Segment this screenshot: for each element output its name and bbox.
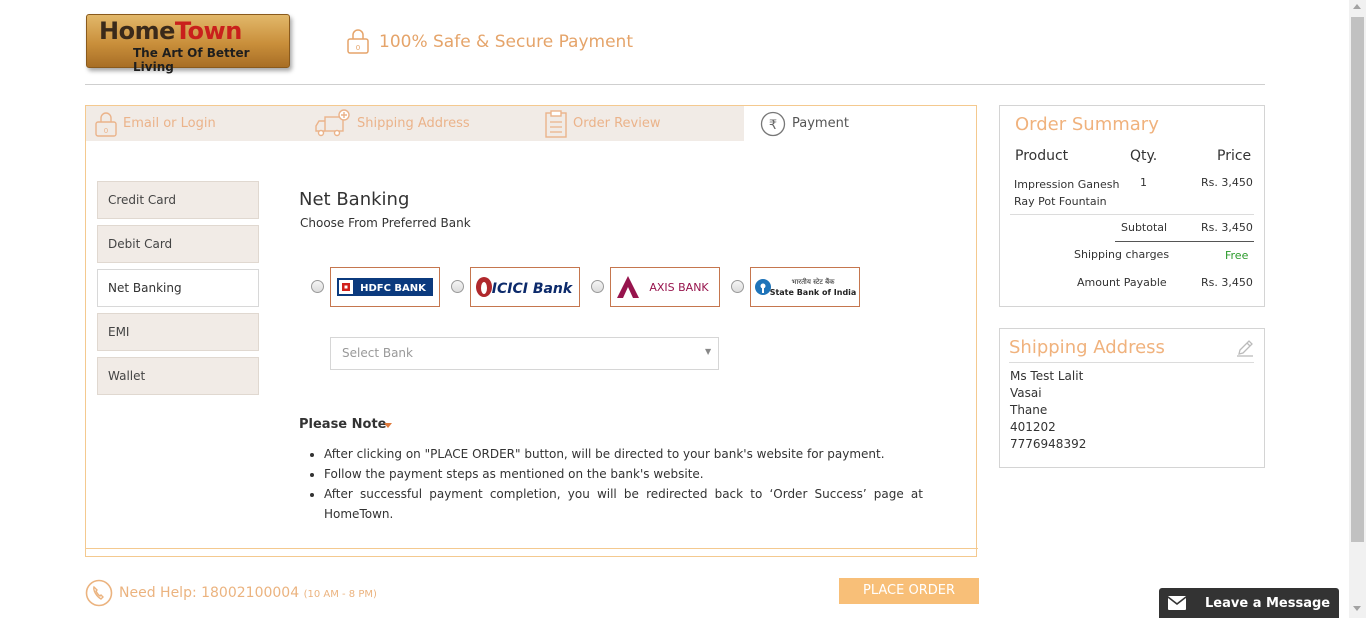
icici-logo: ICICI Bank xyxy=(476,277,574,297)
bank-icici[interactable]: ICICI Bank xyxy=(470,267,580,307)
amount-payable-value: Rs. 3,450 xyxy=(1201,276,1253,289)
shipping-address-lines: Ms Test Lalit Vasai Thane 401202 7776948… xyxy=(1010,368,1086,453)
bank-hdfc[interactable]: HDFC BANK xyxy=(330,267,440,307)
shipping-address-title: Shipping Address xyxy=(1009,337,1165,358)
step-shipping-address[interactable]: Shipping Address xyxy=(315,106,470,141)
radio-icici[interactable] xyxy=(451,280,464,293)
bank-axis[interactable]: AXIS BANK xyxy=(610,267,720,307)
shipping-charges-value: Free xyxy=(1225,249,1249,262)
logo-tagline: The Art Of Better Living xyxy=(133,46,250,74)
panel-divider xyxy=(86,548,978,549)
net-banking-subtitle: Choose From Preferred Bank xyxy=(300,216,471,230)
radio-sbi[interactable] xyxy=(731,280,744,293)
scrollbar-thumb[interactable] xyxy=(1351,17,1364,542)
col-product: Product xyxy=(1015,148,1069,164)
col-price: Price xyxy=(1217,148,1252,164)
caret-down-icon[interactable] xyxy=(384,423,392,428)
note-list: After clicking on "PLACE ORDER" button, … xyxy=(306,444,923,524)
please-note-title: Please Note xyxy=(299,417,387,432)
radio-axis[interactable] xyxy=(591,280,604,293)
address-line: Ms Test Lalit xyxy=(1010,369,1084,383)
sbi-logo: भारतीय स्टेट बैंक State Bank of India xyxy=(755,277,857,297)
steps-arrow xyxy=(736,106,744,141)
note-item: Follow the payment steps as mentioned on… xyxy=(324,464,923,484)
order-summary-title: Order Summary xyxy=(1015,114,1159,135)
product-price: Rs. 3,450 xyxy=(1201,176,1253,189)
address-line: 401202 xyxy=(1010,420,1056,434)
logo-title: HomeTown xyxy=(99,17,242,45)
clipboard-icon xyxy=(545,109,567,138)
tab-credit-card[interactable]: Credit Card xyxy=(97,181,259,219)
address-line: Vasai xyxy=(1010,386,1042,400)
col-qty: Qty. xyxy=(1130,148,1158,164)
step-order-review[interactable]: Order Review xyxy=(545,106,660,141)
need-help-text: Need Help: 18002100004 (10 AM - 8 PM) xyxy=(119,585,377,601)
select-bank-dropdown[interactable]: Select Bank xyxy=(330,337,719,370)
step-label: Order Review xyxy=(573,116,661,131)
note-item: After clicking on "PLACE ORDER" button, … xyxy=(324,444,923,464)
product-qty: 1 xyxy=(1140,176,1147,189)
edit-pencil-icon[interactable] xyxy=(1236,339,1254,357)
svg-text:0: 0 xyxy=(104,127,108,135)
leave-message-label: Leave a Message xyxy=(1205,595,1331,611)
tab-net-banking[interactable]: Net Banking xyxy=(97,269,259,307)
net-banking-title: Net Banking xyxy=(299,189,410,210)
subtotal-label: Subtotal xyxy=(1121,221,1168,234)
bank-sbi[interactable]: भारतीय स्टेट बैंक State Bank of India xyxy=(750,267,860,307)
radio-hdfc[interactable] xyxy=(311,280,324,293)
product-name: Impression Ganesh Ray Pot Fountain xyxy=(1014,178,1120,208)
scroll-up-arrow-icon[interactable] xyxy=(1353,4,1361,9)
subtotal-value: Rs. 3,450 xyxy=(1201,221,1253,234)
note-item: After successful payment completion, you… xyxy=(324,484,923,524)
hdfc-logo: HDFC BANK xyxy=(337,278,433,296)
tab-emi[interactable]: EMI xyxy=(97,313,259,351)
step-payment[interactable]: ₹ Payment xyxy=(760,106,849,141)
rupee-icon: ₹ xyxy=(760,111,786,136)
phone-support-icon xyxy=(85,579,113,607)
leave-message-widget[interactable]: Leave a Message xyxy=(1159,588,1339,618)
amount-payable-label: Amount Payable xyxy=(1077,276,1167,289)
step-label: Shipping Address xyxy=(357,116,470,131)
svg-text:HDFC BANK: HDFC BANK xyxy=(360,283,427,294)
svg-text:AXIS BANK: AXIS BANK xyxy=(649,281,709,294)
header-divider xyxy=(85,84,1265,85)
axis-logo: AXIS BANK xyxy=(617,276,709,298)
tab-debit-card[interactable]: Debit Card xyxy=(97,225,259,263)
svg-text:भारतीय स्टेट बैंक: भारतीय स्टेट बैंक xyxy=(791,277,835,286)
svg-text:₹: ₹ xyxy=(769,118,777,133)
summary-divider xyxy=(1010,214,1254,215)
place-order-button[interactable]: PLACE ORDER xyxy=(839,578,979,604)
dropdown-arrow-icon: ▼ xyxy=(705,347,712,356)
subtotal-divider xyxy=(1115,241,1254,242)
svg-text:ICICI Bank: ICICI Bank xyxy=(492,281,574,297)
secure-payment-text: 100% Safe & Secure Payment xyxy=(379,32,633,52)
svg-text:State Bank of India: State Bank of India xyxy=(770,288,857,297)
hometown-logo[interactable]: HomeTown The Art Of Better Living xyxy=(86,14,290,74)
address-line: Thane xyxy=(1010,403,1048,417)
truck-icon xyxy=(315,108,350,136)
step-label: Email or Login xyxy=(123,116,216,131)
envelope-icon xyxy=(1168,596,1186,610)
lock-icon: 0 xyxy=(95,111,117,137)
address-line: 7776948392 xyxy=(1010,437,1087,451)
step-label: Payment xyxy=(792,116,849,131)
shipping-charges-label: Shipping charges xyxy=(1074,248,1170,261)
scroll-down-arrow-icon[interactable] xyxy=(1353,606,1361,611)
shipping-divider xyxy=(1009,362,1254,363)
padlock-icon: 0 xyxy=(347,29,369,54)
step-email-login[interactable]: 0 Email or Login xyxy=(95,106,216,141)
svg-text:0: 0 xyxy=(356,44,360,52)
tab-wallet[interactable]: Wallet xyxy=(97,357,259,395)
